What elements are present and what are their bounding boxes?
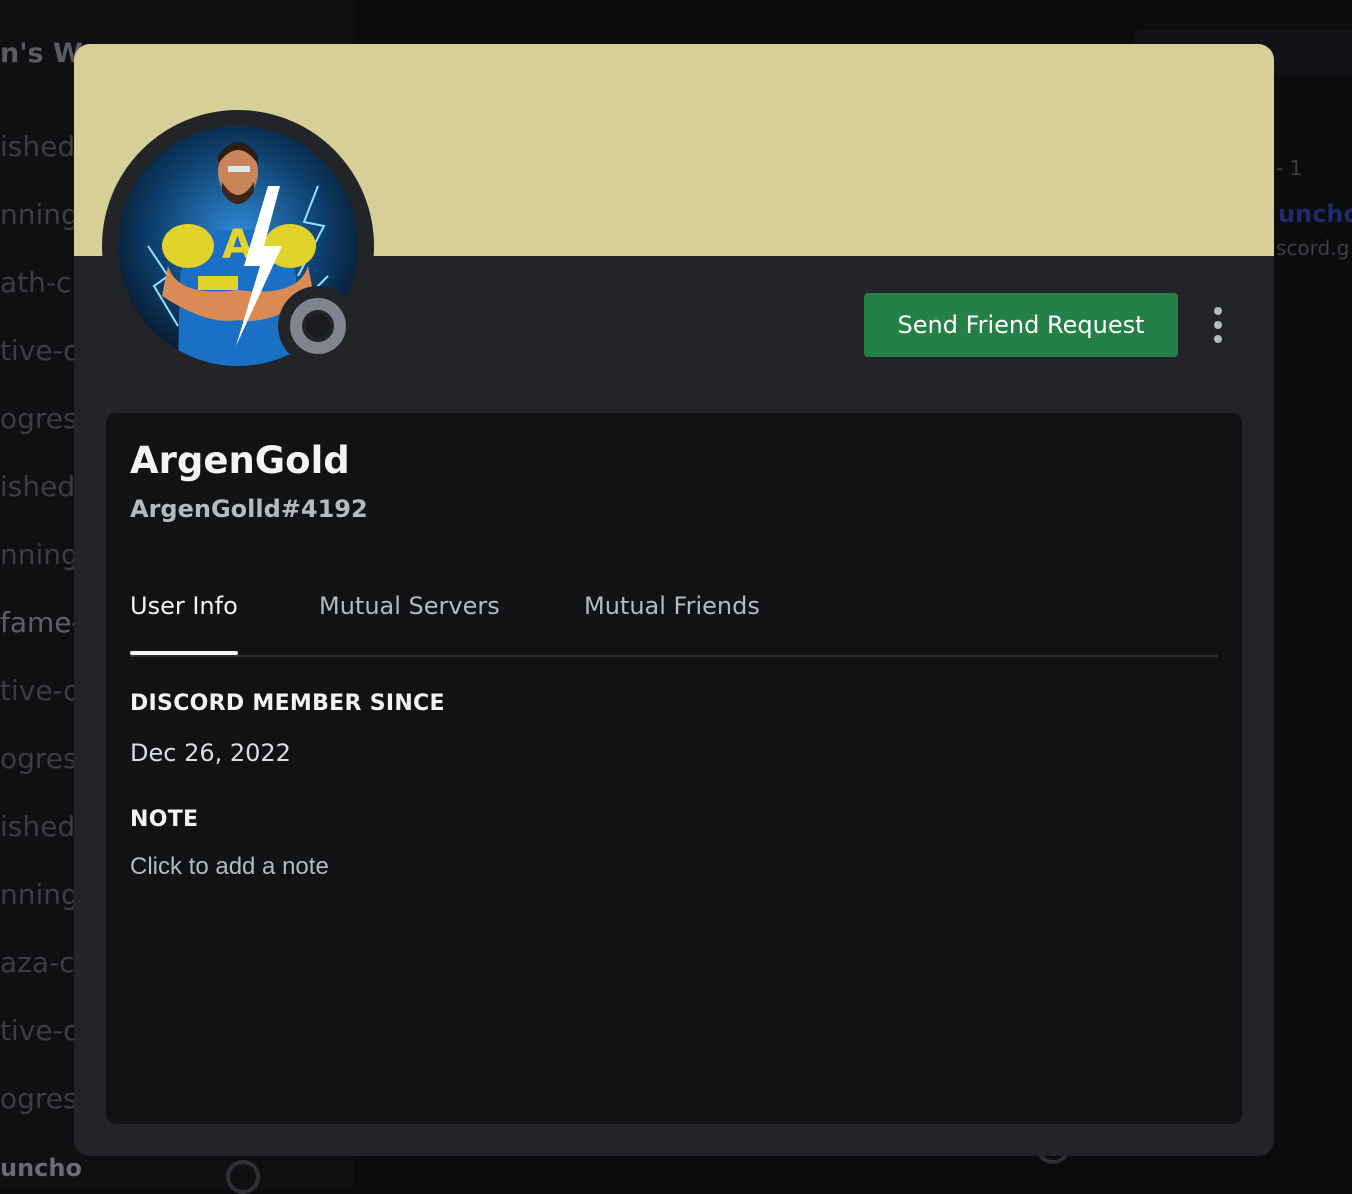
note-heading: NOTE <box>130 807 199 832</box>
avatar-wrapper[interactable]: A <box>102 110 374 382</box>
display-name: ArgenGold <box>130 439 350 482</box>
channel-item: aza-cl <box>0 946 83 979</box>
user-profile-modal: A Send Friend Request ArgenGold ArgenGol… <box>74 44 1274 1156</box>
channel-item: ished- <box>0 810 86 843</box>
member-since-date: Dec 26, 2022 <box>130 739 291 767</box>
channel-item: tive-o <box>0 1014 81 1047</box>
channel-item: ished- <box>0 130 86 163</box>
username-tag: ArgenGolld#4192 <box>130 495 368 523</box>
send-friend-request-button[interactable]: Send Friend Request <box>864 293 1178 357</box>
tab-mutual-friends[interactable]: Mutual Friends <box>584 577 760 655</box>
channel-item: ath-cl <box>0 266 80 299</box>
offline-status-icon <box>290 298 346 354</box>
channel-item: tive-o <box>0 334 81 367</box>
member-sub: scord.g <box>1276 236 1350 260</box>
note-input[interactable] <box>130 853 730 881</box>
tab-user-info[interactable]: User Info <box>130 577 238 655</box>
profile-tabs: User Info Mutual Servers Mutual Friends <box>130 577 1218 657</box>
member-count: - 1 <box>1276 156 1303 180</box>
channel-item: fame- <box>0 606 82 639</box>
member-since-heading: DISCORD MEMBER SINCE <box>130 691 445 716</box>
profile-info-card: ArgenGold ArgenGolld#4192 User Info Mutu… <box>106 413 1242 1124</box>
more-options-button[interactable] <box>1198 300 1238 350</box>
channel-item: tive-o <box>0 674 81 707</box>
more-vertical-icon <box>1214 307 1222 315</box>
current-user-name: uncho <box>0 1154 82 1182</box>
status-indicator <box>278 286 358 366</box>
channel-item: ished- <box>0 470 86 503</box>
tab-mutual-servers[interactable]: Mutual Servers <box>319 577 500 655</box>
member-name: uncho <box>1278 200 1352 228</box>
